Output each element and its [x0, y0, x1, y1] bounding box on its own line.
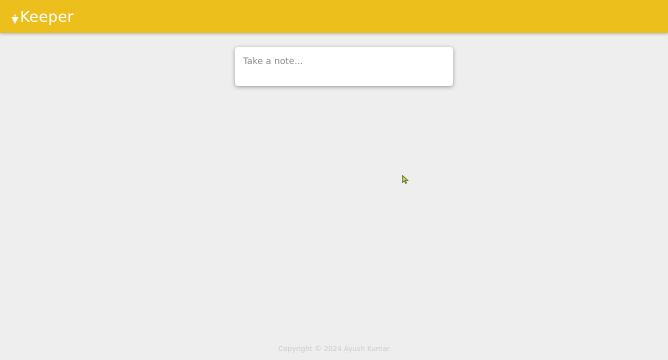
footer-copyright: Copyright © 2024 Ayush Kumar [278, 345, 390, 353]
lamp-icon [11, 11, 19, 24]
note-content-input[interactable] [243, 55, 443, 69]
app-page: Keeper Copyright © 2024 Ayush Kumar [0, 0, 668, 360]
app-title: Keeper [20, 7, 74, 26]
mouse-pointer-icon [402, 169, 409, 184]
app-header: Keeper [0, 0, 668, 33]
create-note-form [235, 47, 453, 86]
app-logo: Keeper [11, 8, 74, 26]
